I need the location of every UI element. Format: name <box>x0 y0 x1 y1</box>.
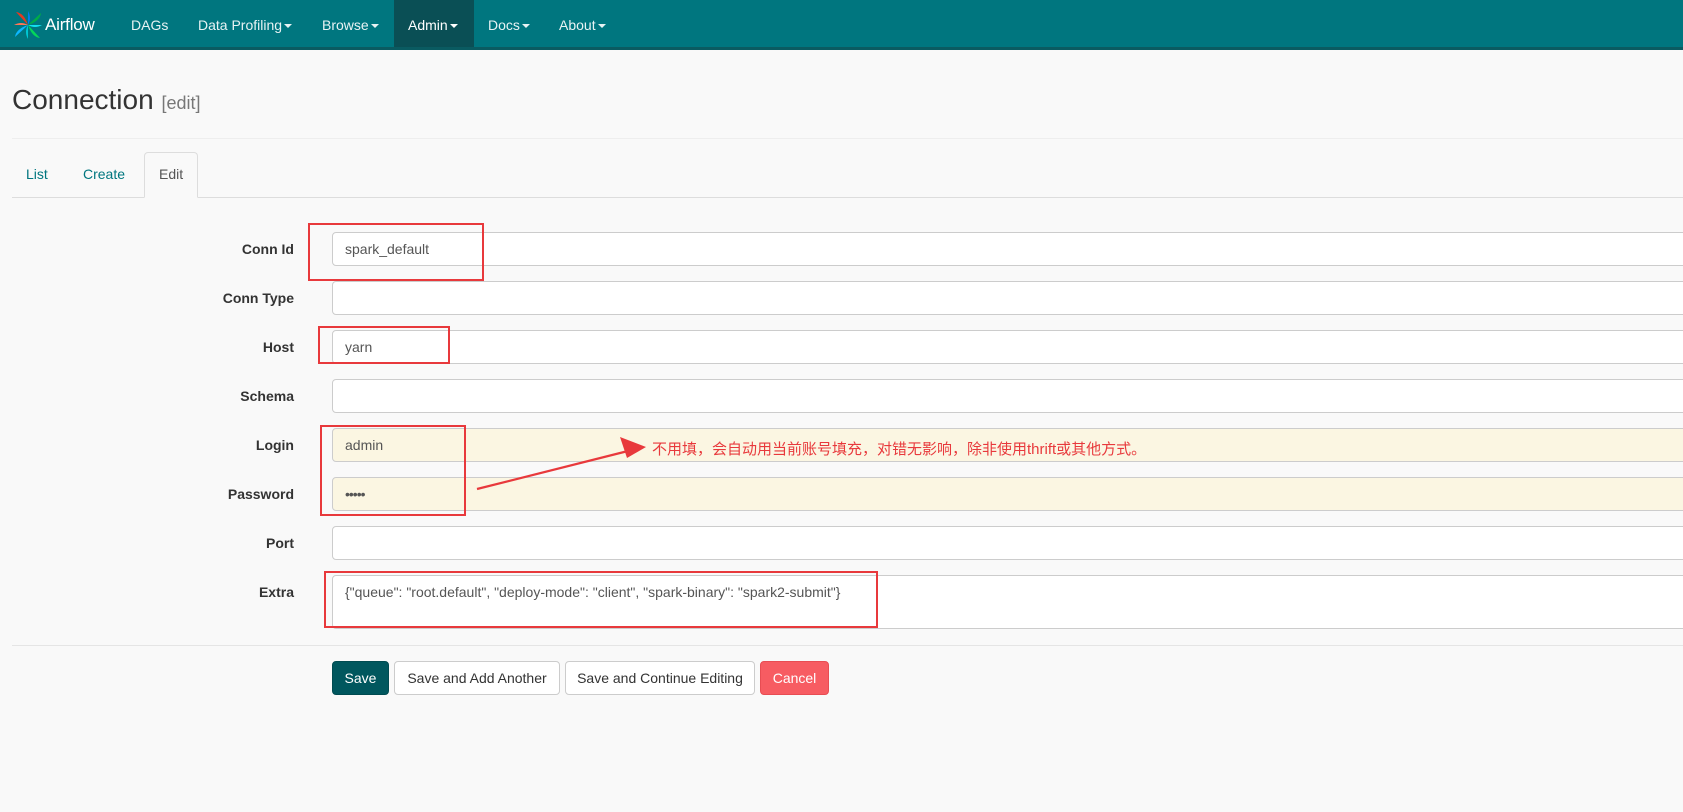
annotation-note: 不用填，会自动用当前账号填充，对错无影响，除非使用thrift或其他方式。 <box>652 441 1147 458</box>
annotation-arrow-icon <box>476 437 646 491</box>
